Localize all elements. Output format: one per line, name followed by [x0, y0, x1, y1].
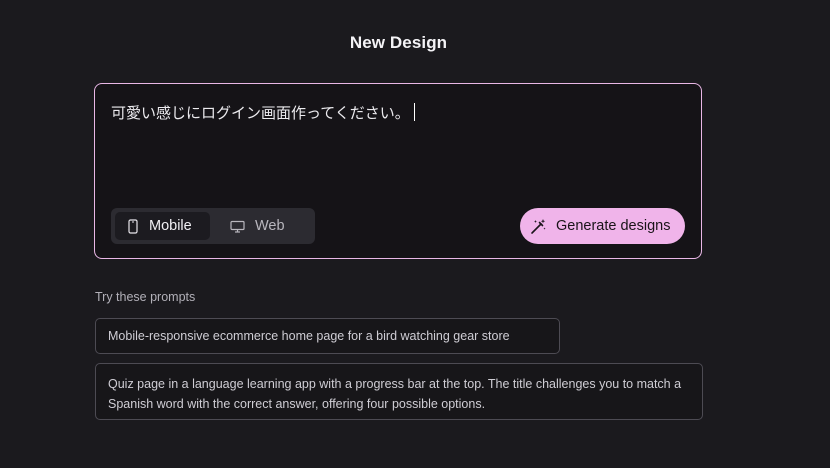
mobile-phone-icon: [128, 218, 138, 234]
desktop-monitor-icon: [230, 220, 245, 233]
device-option-web[interactable]: Web: [220, 212, 310, 240]
device-option-label: Mobile: [149, 218, 192, 234]
suggestion-chip[interactable]: Mobile-responsive ecommerce home page fo…: [95, 318, 560, 354]
try-prompts-heading: Try these prompts: [95, 290, 196, 304]
suggestion-chip[interactable]: Quiz page in a language learning app wit…: [95, 363, 703, 420]
device-option-mobile[interactable]: Mobile: [115, 212, 210, 240]
device-option-label: Web: [255, 218, 285, 234]
generate-designs-button[interactable]: Generate designs: [520, 208, 685, 244]
prompt-input[interactable]: 可愛い感じにログイン画面作ってください。 Mobile Web Generate…: [94, 83, 702, 259]
text-caret: [413, 103, 415, 121]
magic-wand-icon: [531, 218, 546, 234]
new-design-page: New Design 可愛い感じにログイン画面作ってください。 Mobile W…: [0, 0, 830, 468]
prompt-value: 可愛い感じにログイン画面作ってください。: [111, 104, 410, 122]
device-toggle: Mobile Web: [111, 208, 315, 244]
generate-designs-label: Generate designs: [556, 218, 671, 234]
prompt-text-container[interactable]: 可愛い感じにログイン画面作ってください。: [111, 102, 685, 123]
page-title: New Design: [349, 33, 448, 52]
